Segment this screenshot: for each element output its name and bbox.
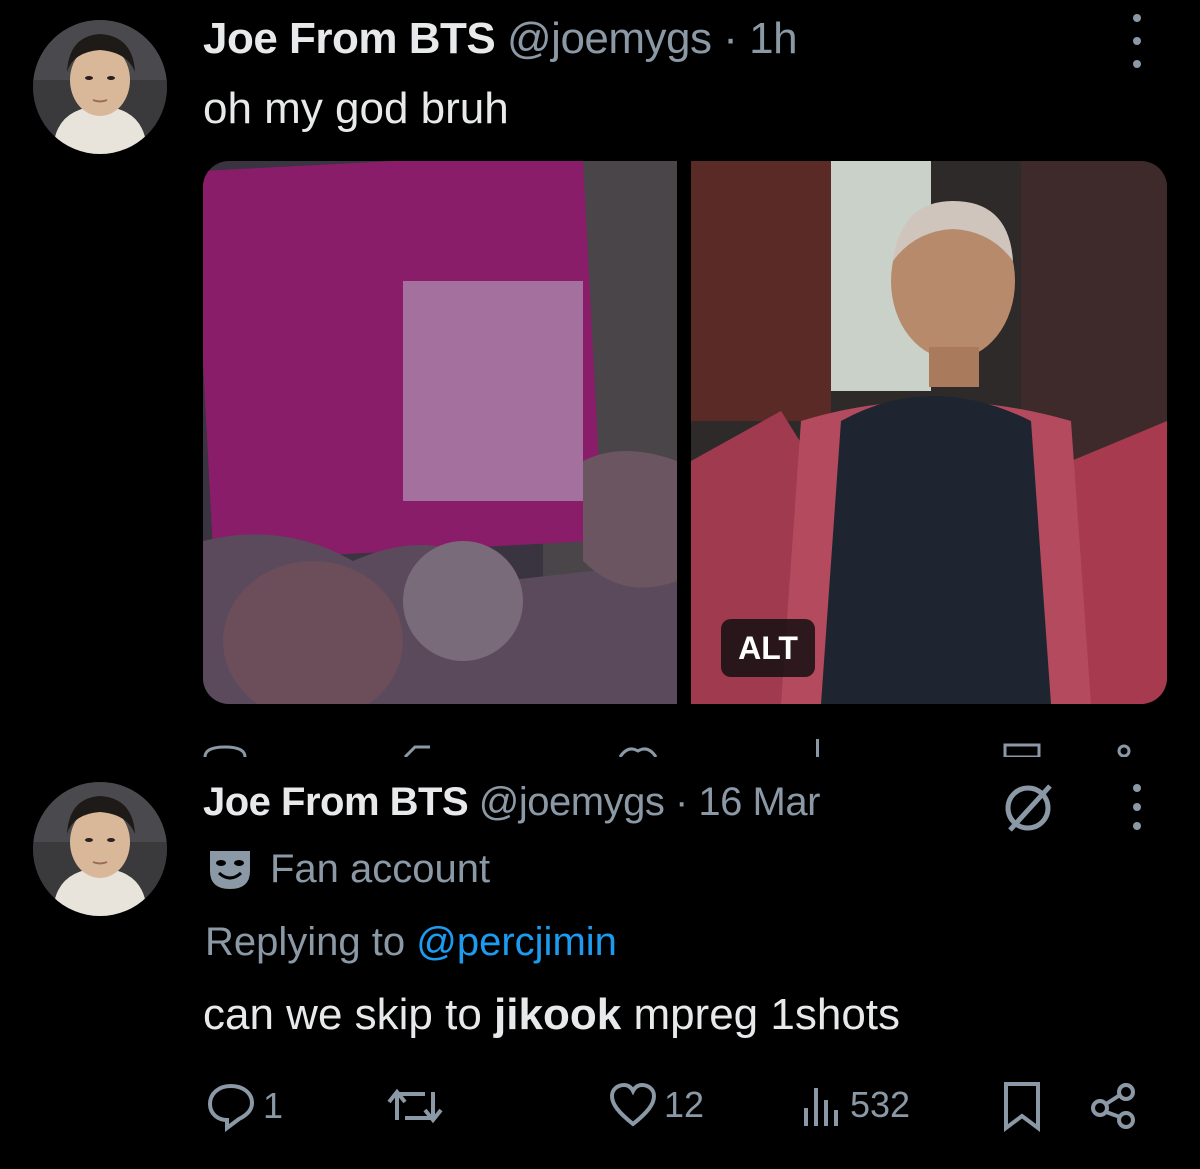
- grok-icon[interactable]: [1000, 780, 1056, 836]
- tweet-text: oh my god bruh: [203, 84, 509, 133]
- tweet-header: Joe From BTS @joemygs · 16 Mar: [203, 780, 820, 825]
- views-button[interactable]: 532: [800, 1080, 910, 1130]
- separator: ·: [723, 14, 738, 63]
- like-count: 12: [664, 1084, 705, 1125]
- avatar[interactable]: [33, 20, 167, 154]
- reply-count: 1: [263, 1085, 284, 1126]
- share-icon: [1091, 1083, 1135, 1129]
- tweet-text-part: can we skip to: [203, 990, 482, 1039]
- like-button[interactable]: 12: [608, 1080, 704, 1130]
- separator: ·: [674, 780, 688, 824]
- views-icon: [804, 1088, 838, 1126]
- handle[interactable]: @joemygs: [479, 780, 665, 824]
- retweet-button[interactable]: [385, 1080, 445, 1132]
- handle[interactable]: @joemygs: [507, 14, 712, 63]
- fan-account-label: Fan account: [206, 845, 490, 893]
- tweet-header: Joe From BTS @joemygs · 1h: [203, 14, 798, 64]
- fan-account-text: Fan account: [270, 846, 491, 891]
- tweet-image-left[interactable]: [203, 161, 677, 704]
- replying-to: Replying to @percjimin: [205, 920, 617, 965]
- reply-button[interactable]: 1: [205, 1080, 283, 1132]
- tweet-text: can we skip to jikook mpreg 1shots: [203, 990, 900, 1040]
- tweet-text-part: mpreg 1shots: [633, 990, 901, 1039]
- view-count: 532: [850, 1084, 911, 1125]
- tweet-text-bold: jikook: [494, 990, 622, 1039]
- replying-prefix: Replying to: [205, 920, 406, 964]
- replying-handle-link[interactable]: @percjimin: [416, 920, 617, 964]
- bookmark-icon: [1004, 1082, 1040, 1132]
- retweet-icon: [387, 1088, 443, 1124]
- like-icon: [609, 1082, 657, 1127]
- tweet1-action-bar: [0, 735, 1200, 757]
- bookmark-button[interactable]: [1000, 1080, 1044, 1132]
- timestamp[interactable]: 16 Mar: [698, 780, 820, 824]
- more-icon[interactable]: [1129, 784, 1145, 830]
- more-icon[interactable]: [1129, 14, 1145, 68]
- share-button[interactable]: [1088, 1080, 1140, 1132]
- action-bar: 1 12 532: [0, 1080, 1200, 1134]
- timestamp[interactable]: 1h: [749, 14, 797, 63]
- mask-icon: [210, 851, 250, 889]
- avatar[interactable]: [33, 782, 167, 916]
- display-name[interactable]: Joe From BTS: [203, 14, 496, 63]
- alt-badge[interactable]: ALT: [721, 619, 815, 677]
- reply-icon: [207, 1083, 255, 1132]
- display-name[interactable]: Joe From BTS: [203, 780, 469, 824]
